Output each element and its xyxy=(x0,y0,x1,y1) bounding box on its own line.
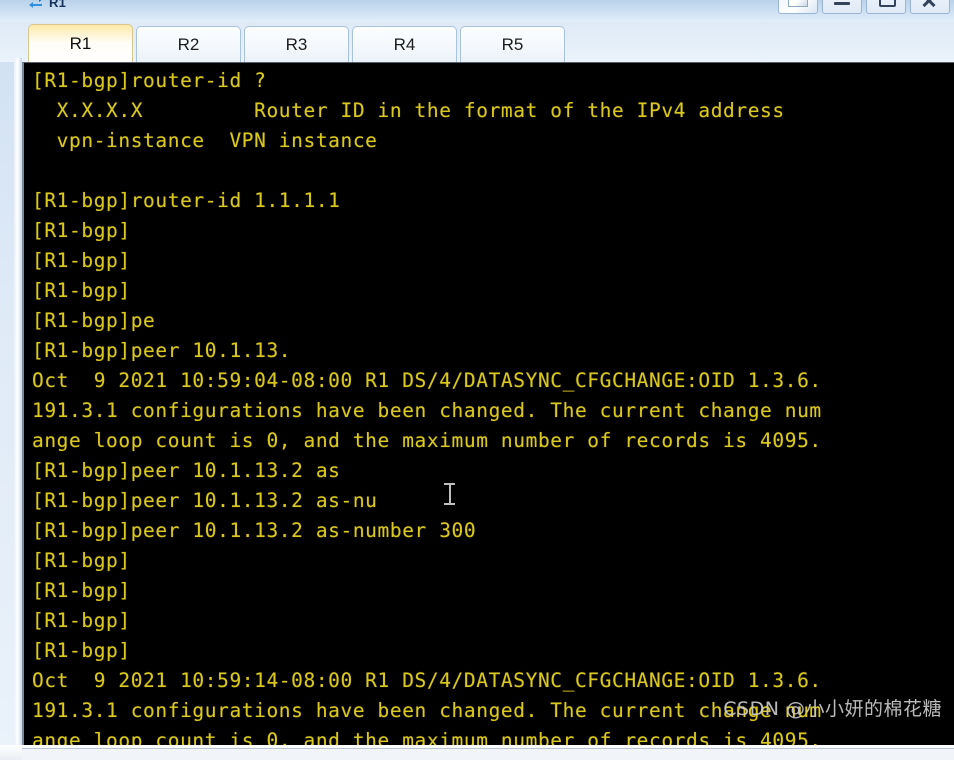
terminal-line: [R1-bgp] xyxy=(32,549,131,572)
tab-label: R4 xyxy=(393,35,416,54)
window-bottom-inner xyxy=(22,748,954,760)
mouse-ibeam-cursor xyxy=(444,483,455,505)
terminal-line: ange loop count is 0, and the maximum nu… xyxy=(32,429,822,452)
terminal-line: [R1-bgp] xyxy=(32,579,131,602)
terminal-left-edge xyxy=(14,58,22,748)
terminal-panel[interactable]: [R1-bgp]router-id ? X.X.X.X Router ID in… xyxy=(22,62,954,745)
terminal-line: 191.3.1 configurations have been changed… xyxy=(32,399,822,422)
close-button[interactable] xyxy=(910,0,950,14)
tab-r2[interactable]: R2 xyxy=(136,26,241,62)
terminal-line: X.X.X.X Router ID in the format of the I… xyxy=(32,99,785,122)
terminal-line: Oct 9 2021 10:59:14-08:00 R1 DS/4/DATASY… xyxy=(32,669,822,692)
maximize-icon xyxy=(879,0,896,7)
window-controls xyxy=(778,0,950,14)
tab-r3[interactable]: R3 xyxy=(244,26,349,62)
terminal-output[interactable]: [R1-bgp]router-id ? X.X.X.X Router ID in… xyxy=(32,66,954,745)
minimize-icon xyxy=(834,2,850,5)
router-icon xyxy=(28,0,44,10)
terminal-line: [R1-bgp] xyxy=(32,219,131,242)
terminal-line: [R1-bgp]router-id ? xyxy=(32,69,267,92)
tab-strip: R1 R2 R3 R4 R5 xyxy=(0,22,954,62)
terminal-line: Oct 9 2021 10:59:04-08:00 R1 DS/4/DATASY… xyxy=(32,369,822,392)
minimize-button[interactable] xyxy=(822,0,862,14)
tab-label: R2 xyxy=(177,35,200,54)
watermark: CSDN @小小妍的棉花糖 xyxy=(723,698,942,720)
terminal-line: [R1-bgp] xyxy=(32,639,131,662)
window-bottom-edge xyxy=(0,745,954,760)
router-cli-window: R1 R1 R2 R3 R4 R5 [R1-bgp]router-id ? X.… xyxy=(0,0,954,760)
ibeam-stem xyxy=(449,485,451,503)
restore-icon xyxy=(788,0,808,7)
terminal-line: [R1-bgp]router-id 1.1.1.1 xyxy=(32,189,341,212)
terminal-line: [R1-bgp]pe xyxy=(32,309,156,332)
terminal-line: [R1-bgp] xyxy=(32,279,131,302)
window-title-group: R1 xyxy=(28,0,66,10)
maximize-button[interactable] xyxy=(866,0,906,14)
tab-r1[interactable]: R1 xyxy=(28,24,133,62)
tab-label: R1 xyxy=(69,34,92,53)
tab-r5[interactable]: R5 xyxy=(460,26,565,62)
terminal-line: [R1-bgp] xyxy=(32,249,131,272)
terminal-line: [R1-bgp]peer 10.1.13.2 as xyxy=(32,459,341,482)
close-icon xyxy=(921,0,937,8)
tab-label: R5 xyxy=(501,35,524,54)
restore-button[interactable] xyxy=(778,0,818,14)
terminal-line: [R1-bgp]peer 10.1.13.2 as-nu xyxy=(32,489,378,512)
tab-r4[interactable]: R4 xyxy=(352,26,457,62)
terminal-line: [R1-bgp]peer 10.1.13. xyxy=(32,339,292,362)
ibeam-bottom-bar xyxy=(444,503,455,505)
terminal-line: [R1-bgp] xyxy=(32,609,131,632)
window-title-text: R1 xyxy=(49,0,67,10)
tab-label: R3 xyxy=(285,35,308,54)
terminal-line: ange loop count is 0, and the maximum nu… xyxy=(32,729,822,745)
tab-list: R1 R2 R3 R4 R5 xyxy=(28,24,568,62)
terminal-line: [R1-bgp]peer 10.1.13.2 as-number 300 xyxy=(32,519,477,542)
terminal-line: vpn-instance VPN instance xyxy=(32,129,378,152)
window-titlebar: R1 xyxy=(0,0,954,22)
